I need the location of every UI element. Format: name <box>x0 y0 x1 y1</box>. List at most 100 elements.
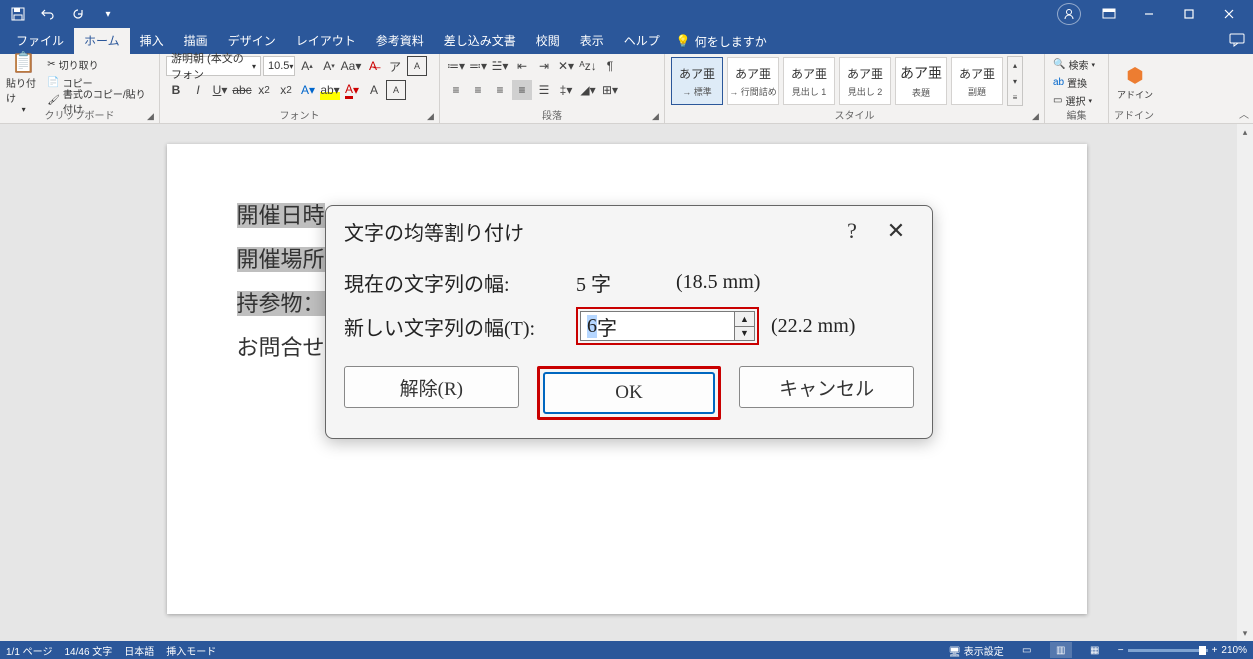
font-launcher[interactable]: ◢ <box>427 111 437 121</box>
tab-mailings[interactable]: 差し込み文書 <box>434 28 526 54</box>
char-shading-button[interactable]: A <box>364 80 384 100</box>
style-normal[interactable]: あア亜→ 標準 <box>671 57 723 105</box>
account-button[interactable] <box>1057 3 1081 25</box>
text-effects-button[interactable]: A▾ <box>298 80 318 100</box>
shading-button[interactable]: ◢▾ <box>578 80 598 100</box>
tab-view[interactable]: 表示 <box>570 28 614 54</box>
replace-button[interactable]: ab置換 <box>1051 74 1102 91</box>
tab-insert[interactable]: 挿入 <box>130 28 174 54</box>
zoom-level[interactable]: 210% <box>1221 645 1247 656</box>
ribbon-display-options-button[interactable] <box>1089 0 1129 28</box>
status-language[interactable]: 日本語 <box>124 643 154 658</box>
align-left-button[interactable]: ≡ <box>446 80 466 100</box>
style-gallery-up[interactable]: ▴ <box>1008 57 1022 73</box>
ribbon: 📋 貼り付け ▾ ✂切り取り 📄コピー 🖌書式のコピー/貼り付け クリップボード… <box>0 54 1253 124</box>
copy-icon: 📄 <box>47 77 59 88</box>
strikethrough-button[interactable]: abc <box>232 80 252 100</box>
distribute-button[interactable]: ☰ <box>534 80 554 100</box>
clear-formatting-button[interactable]: A̶ <box>363 56 383 76</box>
style-heading1[interactable]: あア亜見出し 1 <box>783 57 835 105</box>
maximize-button[interactable] <box>1169 0 1209 28</box>
align-right-button[interactable]: ≡ <box>490 80 510 100</box>
decrease-indent-button[interactable]: ⇤ <box>512 56 532 76</box>
scroll-track[interactable] <box>1237 140 1253 625</box>
align-center-button[interactable]: ≡ <box>468 80 488 100</box>
increase-indent-button[interactable]: ⇥ <box>534 56 554 76</box>
clipboard-launcher[interactable]: ◢ <box>147 111 157 121</box>
cancel-button[interactable]: キャンセル <box>739 366 914 408</box>
styles-launcher[interactable]: ◢ <box>1032 111 1042 121</box>
redo-button[interactable] <box>64 2 92 26</box>
style-subtitle[interactable]: あア亜副題 <box>951 57 1003 105</box>
highlight-button[interactable]: ab▾ <box>320 80 340 100</box>
style-gallery-more[interactable]: ≡ <box>1008 89 1022 105</box>
font-color-button[interactable]: A▾ <box>342 80 362 100</box>
paragraph-launcher[interactable]: ◢ <box>652 111 662 121</box>
borders-button[interactable]: ⊞▾ <box>600 80 620 100</box>
find-button[interactable]: 🔍検索▾ <box>1051 56 1102 73</box>
underline-button[interactable]: U▾ <box>210 80 230 100</box>
addins-button[interactable]: ⬢ アドイン <box>1115 56 1155 108</box>
dialog-close-button[interactable]: ✕ <box>874 214 918 248</box>
tell-me-search[interactable]: 💡 何をしますか <box>676 33 767 50</box>
font-name-combo[interactable]: 游明朝 (本文のフォン▾ <box>166 56 261 76</box>
undo-button[interactable] <box>34 2 62 26</box>
tab-references[interactable]: 参考資料 <box>366 28 434 54</box>
collapse-ribbon-button[interactable]: ︿ <box>1239 106 1249 121</box>
close-button[interactable] <box>1209 0 1249 28</box>
phonetic-guide-button[interactable]: ア <box>385 56 405 76</box>
ok-button[interactable]: OK <box>543 372 716 414</box>
style-heading2[interactable]: あア亜見出し 2 <box>839 57 891 105</box>
multilevel-list-button[interactable]: ☱▾ <box>490 56 510 76</box>
qat-customize-button[interactable]: ▾ <box>94 2 122 26</box>
zoom-in-button[interactable]: + <box>1212 645 1218 656</box>
paste-button[interactable]: 📋 貼り付け ▾ <box>6 56 41 108</box>
style-title[interactable]: あア亜表題 <box>895 57 947 105</box>
char-border-button[interactable]: A <box>386 80 406 100</box>
print-layout-button[interactable]: ▥ <box>1050 642 1072 658</box>
tab-review[interactable]: 校閲 <box>526 28 570 54</box>
text-direction-button[interactable]: ✕▾ <box>556 56 576 76</box>
display-settings-button[interactable]: 🖥 表示設定 <box>948 643 1003 658</box>
zoom-out-button[interactable]: − <box>1118 645 1124 656</box>
scroll-down-button[interactable]: ▾ <box>1237 625 1253 641</box>
change-case-button[interactable]: Aa▾ <box>341 56 361 76</box>
font-size-combo[interactable]: 10.5▾ <box>263 56 295 76</box>
grow-font-button[interactable]: A▴ <box>297 56 317 76</box>
dialog-help-button[interactable]: ? <box>830 214 874 248</box>
save-button[interactable] <box>4 2 32 26</box>
style-gallery-down[interactable]: ▾ <box>1008 73 1022 89</box>
vertical-scrollbar[interactable]: ▴ ▾ <box>1237 124 1253 641</box>
web-layout-button[interactable]: ▦ <box>1084 642 1106 658</box>
enclose-chars-button[interactable]: A <box>407 56 427 76</box>
new-width-input[interactable]: 6 字 <box>580 311 735 341</box>
status-mode[interactable]: 挿入モード <box>166 643 216 658</box>
remove-button[interactable]: 解除(R) <box>344 366 519 408</box>
tab-help[interactable]: ヘルプ <box>614 28 670 54</box>
italic-button[interactable]: I <box>188 80 208 100</box>
new-width-label: 新しい文字列の幅(T): <box>344 312 564 341</box>
zoom-slider[interactable] <box>1128 649 1208 652</box>
spinner-down-button[interactable]: ▼ <box>735 327 754 341</box>
sort-button[interactable]: ᴬᴢ↓ <box>578 56 598 76</box>
cut-button[interactable]: ✂切り取り <box>45 56 153 73</box>
tab-home[interactable]: ホーム <box>74 28 130 54</box>
status-words[interactable]: 14/46 文字 <box>64 643 112 658</box>
read-mode-button[interactable]: ▭ <box>1016 642 1038 658</box>
comments-button[interactable] <box>1229 33 1245 50</box>
subscript-button[interactable]: x2 <box>254 80 274 100</box>
minimize-button[interactable] <box>1129 0 1169 28</box>
scroll-up-button[interactable]: ▴ <box>1237 124 1253 140</box>
justify-button[interactable]: ≡ <box>512 80 532 100</box>
bold-button[interactable]: B <box>166 80 186 100</box>
superscript-button[interactable]: x2 <box>276 80 296 100</box>
style-no-spacing[interactable]: あア亜→ 行間詰め <box>727 57 779 105</box>
numbering-button[interactable]: ≕▾ <box>468 56 488 76</box>
spinner-up-button[interactable]: ▲ <box>735 312 754 327</box>
tab-layout[interactable]: レイアウト <box>286 28 366 54</box>
status-page[interactable]: 1/1 ページ <box>6 643 52 658</box>
shrink-font-button[interactable]: A▾ <box>319 56 339 76</box>
show-marks-button[interactable]: ¶ <box>600 56 620 76</box>
line-spacing-button[interactable]: ‡▾ <box>556 80 576 100</box>
bullets-button[interactable]: ≔▾ <box>446 56 466 76</box>
